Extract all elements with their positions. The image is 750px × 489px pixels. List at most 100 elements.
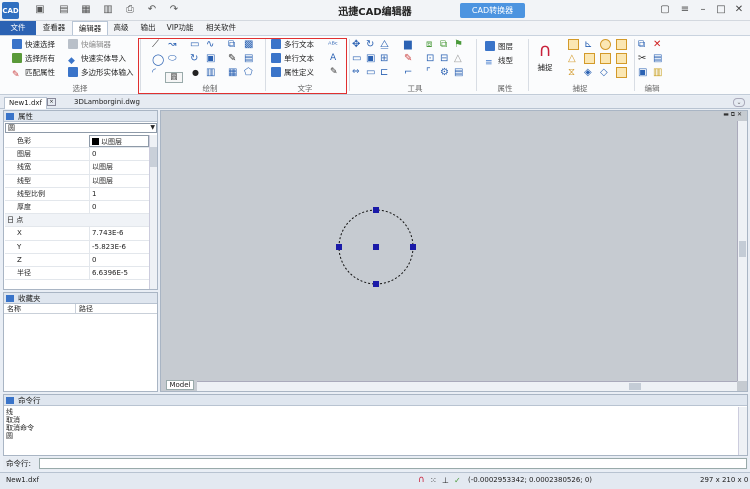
vertical-scrollbar[interactable] (737, 121, 747, 381)
save-as-icon[interactable]: ▥ (102, 4, 114, 16)
snap-button[interactable]: ∩ 捕捉 (532, 40, 558, 78)
tab-file[interactable]: 文件 (0, 21, 36, 35)
property-value[interactable]: 0 (89, 148, 149, 161)
gear-icon[interactable]: ⚙ (440, 67, 449, 78)
property-value[interactable]: 以图层 (89, 174, 149, 187)
polygon-entity-input-button[interactable]: 多边形实体输入 (68, 67, 134, 79)
column-path[interactable]: 路径 (76, 304, 93, 313)
grip-top[interactable] (373, 207, 379, 213)
snap-intersection-icon[interactable] (616, 53, 627, 64)
property-value[interactable]: 0 (89, 200, 149, 214)
object-type-select[interactable]: 圆 ▼ (5, 123, 157, 133)
cut-icon[interactable]: ✂ (638, 53, 646, 64)
menu-icon[interactable]: ≡ (678, 3, 692, 17)
canvas-window-controls-icon[interactable]: ▬ ⧉ ✕ (712, 111, 742, 120)
circle-entity[interactable] (331, 206, 421, 296)
tab-close-icon[interactable]: × (47, 98, 56, 106)
delete-icon[interactable]: ✕ (653, 39, 661, 50)
snap-center-icon[interactable] (600, 39, 611, 50)
trim-icon[interactable]: ⊏ (380, 67, 388, 78)
snap-midpoint-icon[interactable]: △ (568, 53, 576, 64)
command-input[interactable] (39, 458, 747, 469)
property-value[interactable]: 1 (89, 187, 149, 200)
quick-entity-import-button[interactable]: ◆ 快速实体导入 (68, 53, 126, 66)
grid-toggle-icon[interactable]: ⁙ (430, 473, 437, 488)
property-row[interactable]: 图层 0 (5, 148, 149, 162)
doc-tab-lamborgini[interactable]: 3DLamborgini.dwg (70, 97, 144, 109)
cad-converter-button[interactable]: CAD转换器 (460, 3, 525, 18)
drawing-canvas[interactable]: ▬ ⧉ ✕ (160, 110, 748, 392)
property-category[interactable]: 日 点 (5, 214, 149, 228)
property-row[interactable]: X 7.743E-6 (5, 227, 149, 241)
tab-editor[interactable]: 编辑器 (72, 21, 108, 35)
property-value[interactable]: 0 (89, 253, 149, 266)
new-file-icon[interactable]: ▣ (34, 4, 46, 16)
print-icon[interactable]: ⎙ (124, 4, 136, 16)
stretch-icon[interactable]: ⊞ (380, 53, 388, 64)
property-value[interactable]: 以图层 (89, 135, 149, 148)
scroll-thumb[interactable] (150, 147, 157, 167)
tab-output[interactable]: 输出 (136, 21, 160, 35)
snap-perpendicular-icon[interactable]: ⊾ (584, 39, 592, 50)
property-value[interactable]: -5.823E-6 (89, 240, 149, 253)
layer-button[interactable]: 图层 (485, 41, 513, 53)
break-icon[interactable]: ▭ (366, 67, 375, 78)
property-value[interactable]: 7.743E-6 (89, 227, 149, 240)
properties-scrollbar[interactable] (149, 135, 157, 289)
ortho-toggle-icon[interactable]: ⊥ (442, 473, 449, 488)
move-icon[interactable]: ✥ (352, 39, 360, 50)
paste-icon[interactable]: ▤ (653, 53, 662, 64)
quick-select-button[interactable]: 快速选择 (12, 39, 55, 51)
explode-icon[interactable]: ⊡ (426, 53, 434, 64)
layer-color-icon[interactable]: ▆ (404, 39, 412, 50)
snap-insert-icon[interactable]: ◈ (584, 67, 592, 78)
tab-vip[interactable]: VIP功能 (164, 21, 196, 35)
mirror-icon[interactable]: ⧋ (380, 39, 389, 50)
grip-right[interactable] (410, 244, 416, 250)
scale-icon[interactable]: ▣ (366, 53, 375, 64)
refresh-icon[interactable]: ↻ (366, 39, 374, 50)
property-value[interactable]: 6.6396E-5 (89, 266, 149, 280)
array-icon[interactable]: ⧈ (426, 39, 432, 50)
paste-special-icon[interactable]: ▥ (653, 67, 662, 78)
property-row[interactable]: 线型 以图层 (5, 174, 149, 188)
grip-left[interactable] (336, 244, 342, 250)
block-editor-button[interactable]: 快编辑器 (68, 39, 111, 51)
dimension-icon[interactable]: ⇔ (352, 67, 360, 77)
tab-advanced[interactable]: 高级 (109, 21, 133, 35)
tab-related-software[interactable]: 相关软件 (202, 21, 240, 35)
property-row[interactable]: Z0 (5, 253, 149, 267)
copy-clip-icon[interactable]: ⧉ (638, 39, 645, 50)
snap-triangle-icon[interactable]: ⧖ (568, 67, 575, 78)
properties-icon[interactable]: ▤ (454, 67, 463, 78)
measure-icon[interactable]: ▭ (352, 53, 361, 64)
open-folder-icon[interactable]: ▤ (58, 4, 70, 16)
grip-center[interactable] (373, 244, 379, 250)
model-tab[interactable]: Model (166, 380, 194, 390)
polar-toggle-icon[interactable]: ✓ (454, 473, 461, 488)
minimize-icon[interactable]: – (696, 3, 710, 17)
undo-icon[interactable]: ↶ (146, 4, 158, 16)
match-properties-button[interactable]: ✎ 匹配属性 (12, 67, 55, 80)
column-name[interactable]: 名称 (4, 304, 76, 313)
snap-extension-icon[interactable] (616, 67, 627, 78)
snap-endpoint-icon[interactable] (568, 39, 579, 50)
property-value[interactable]: 以图层 (89, 161, 149, 174)
fillet-icon[interactable]: ⌜ (426, 67, 431, 78)
property-row[interactable]: 线宽 以图层 (5, 161, 149, 175)
scroll-thumb[interactable] (629, 383, 641, 390)
join-icon[interactable]: ⊟ (440, 53, 448, 64)
fill-icon[interactable]: ✎ (404, 53, 412, 64)
scroll-thumb[interactable] (739, 241, 746, 257)
save-icon[interactable]: ▦ (80, 4, 92, 16)
tab-list-icon[interactable]: ⌄ (733, 98, 745, 107)
doc-tab-new1[interactable]: New1.dxf (4, 97, 47, 109)
grip-bottom[interactable] (373, 281, 379, 287)
property-row[interactable]: Y -5.823E-6 (5, 240, 149, 254)
property-row[interactable]: 线型比例 1 (5, 187, 149, 201)
property-row[interactable]: 厚度 0 (5, 200, 149, 215)
command-scrollbar[interactable] (738, 407, 747, 455)
maximize-icon[interactable]: □ (714, 3, 728, 17)
linetype-button[interactable]: ≡ 线型 (485, 55, 513, 68)
clipboard-icon[interactable]: ▣ (638, 67, 647, 78)
